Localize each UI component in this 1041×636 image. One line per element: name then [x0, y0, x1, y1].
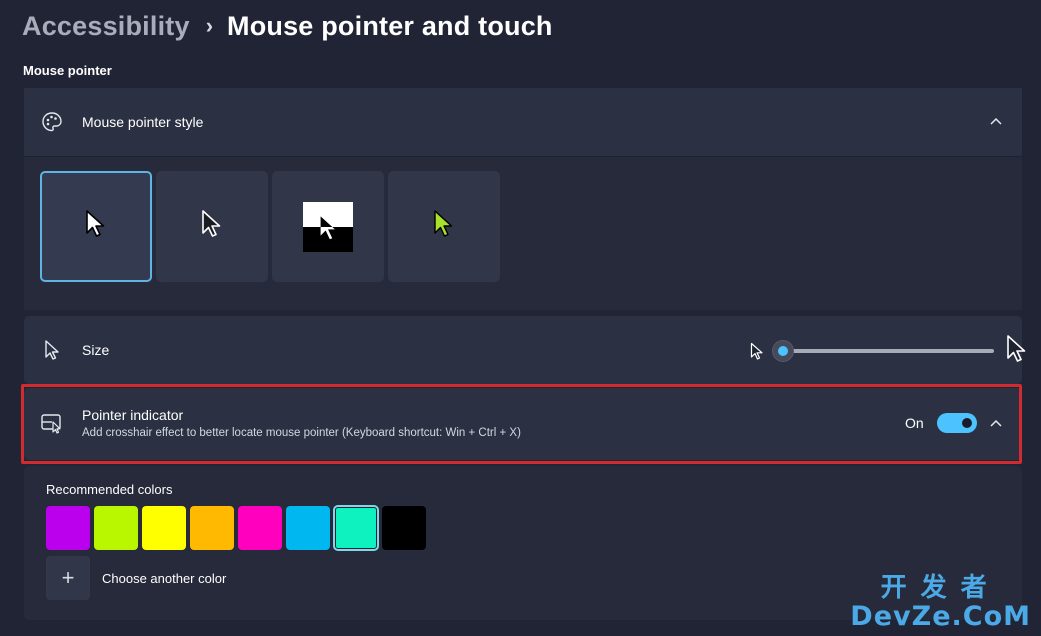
pointer-style-inverted-option[interactable] — [272, 171, 384, 282]
pointer-style-custom-option[interactable] — [388, 171, 500, 282]
watermark-bottom: DevZe.CoM — [850, 601, 1031, 632]
palette-icon — [40, 110, 64, 134]
size-slider[interactable] — [750, 334, 1030, 369]
choose-another-color-label[interactable]: Choose another color — [102, 571, 226, 586]
breadcrumb-accessibility[interactable]: Accessibility — [22, 11, 190, 42]
mouse-pointer-style-title: Mouse pointer style — [82, 114, 204, 130]
color-swatch-orange[interactable] — [190, 506, 234, 550]
pointer-style-options — [24, 156, 1022, 310]
toggle-knob — [962, 418, 972, 428]
custom-color-cursor-icon — [433, 209, 455, 244]
size-slider-thumb[interactable] — [772, 340, 794, 362]
pointer-indicator-icon — [40, 412, 64, 436]
pointer-style-white-option[interactable] — [40, 171, 152, 282]
color-swatch-black[interactable] — [382, 506, 426, 550]
size-title: Size — [82, 342, 110, 358]
size-slider-track[interactable] — [792, 349, 994, 353]
chevron-up-icon[interactable] — [986, 112, 1006, 132]
color-swatch-lime[interactable] — [94, 506, 138, 550]
watermark-top: 开发者 — [880, 573, 1001, 603]
settings-page: Accessibility › Mouse pointer and touch … — [0, 0, 1041, 636]
pointer-indicator-title: Pointer indicator — [82, 407, 184, 423]
large-pointer-icon — [1006, 334, 1028, 369]
small-pointer-icon — [750, 342, 764, 366]
size-card: Size — [24, 316, 1026, 384]
breadcrumb-separator: › — [205, 13, 214, 38]
color-swatch-purple[interactable] — [46, 506, 90, 550]
pointer-indicator-description: Add crosshair effect to better locate mo… — [82, 427, 521, 439]
pointer-indicator-toggle[interactable] — [937, 413, 977, 433]
toggle-state-label: On — [905, 415, 924, 431]
page-title: Mouse pointer and touch — [227, 10, 553, 41]
plus-icon: + — [61, 565, 75, 590]
watermark: 开发者 DevZe.CoM — [850, 575, 1031, 630]
mouse-pointer-style-header[interactable]: Mouse pointer style — [24, 88, 1022, 156]
pointer-icon — [40, 338, 64, 362]
breadcrumb: Accessibility › Mouse pointer and touch — [22, 6, 553, 46]
pointer-indicator-text: Pointer indicator Add crosshair effect t… — [82, 407, 521, 439]
color-swatch-pink[interactable] — [238, 506, 282, 550]
recommended-colors-title: Recommended colors — [46, 482, 173, 497]
white-cursor-icon — [85, 209, 107, 244]
inverted-cursor-icon — [303, 201, 353, 252]
black-cursor-icon — [201, 209, 223, 244]
color-swatch-yellow[interactable] — [142, 506, 186, 550]
pointer-style-black-option[interactable] — [156, 171, 268, 282]
mouse-pointer-style-card: Mouse pointer style — [24, 88, 1022, 310]
add-color-button[interactable]: + — [46, 556, 90, 600]
color-swatch-blue[interactable] — [286, 506, 330, 550]
section-label-mouse-pointer: Mouse pointer — [23, 63, 112, 78]
pointer-indicator-card[interactable]: Pointer indicator Add crosshair effect t… — [24, 388, 1022, 460]
color-swatch-teal[interactable] — [333, 505, 379, 551]
chevron-up-icon[interactable] — [986, 414, 1006, 434]
